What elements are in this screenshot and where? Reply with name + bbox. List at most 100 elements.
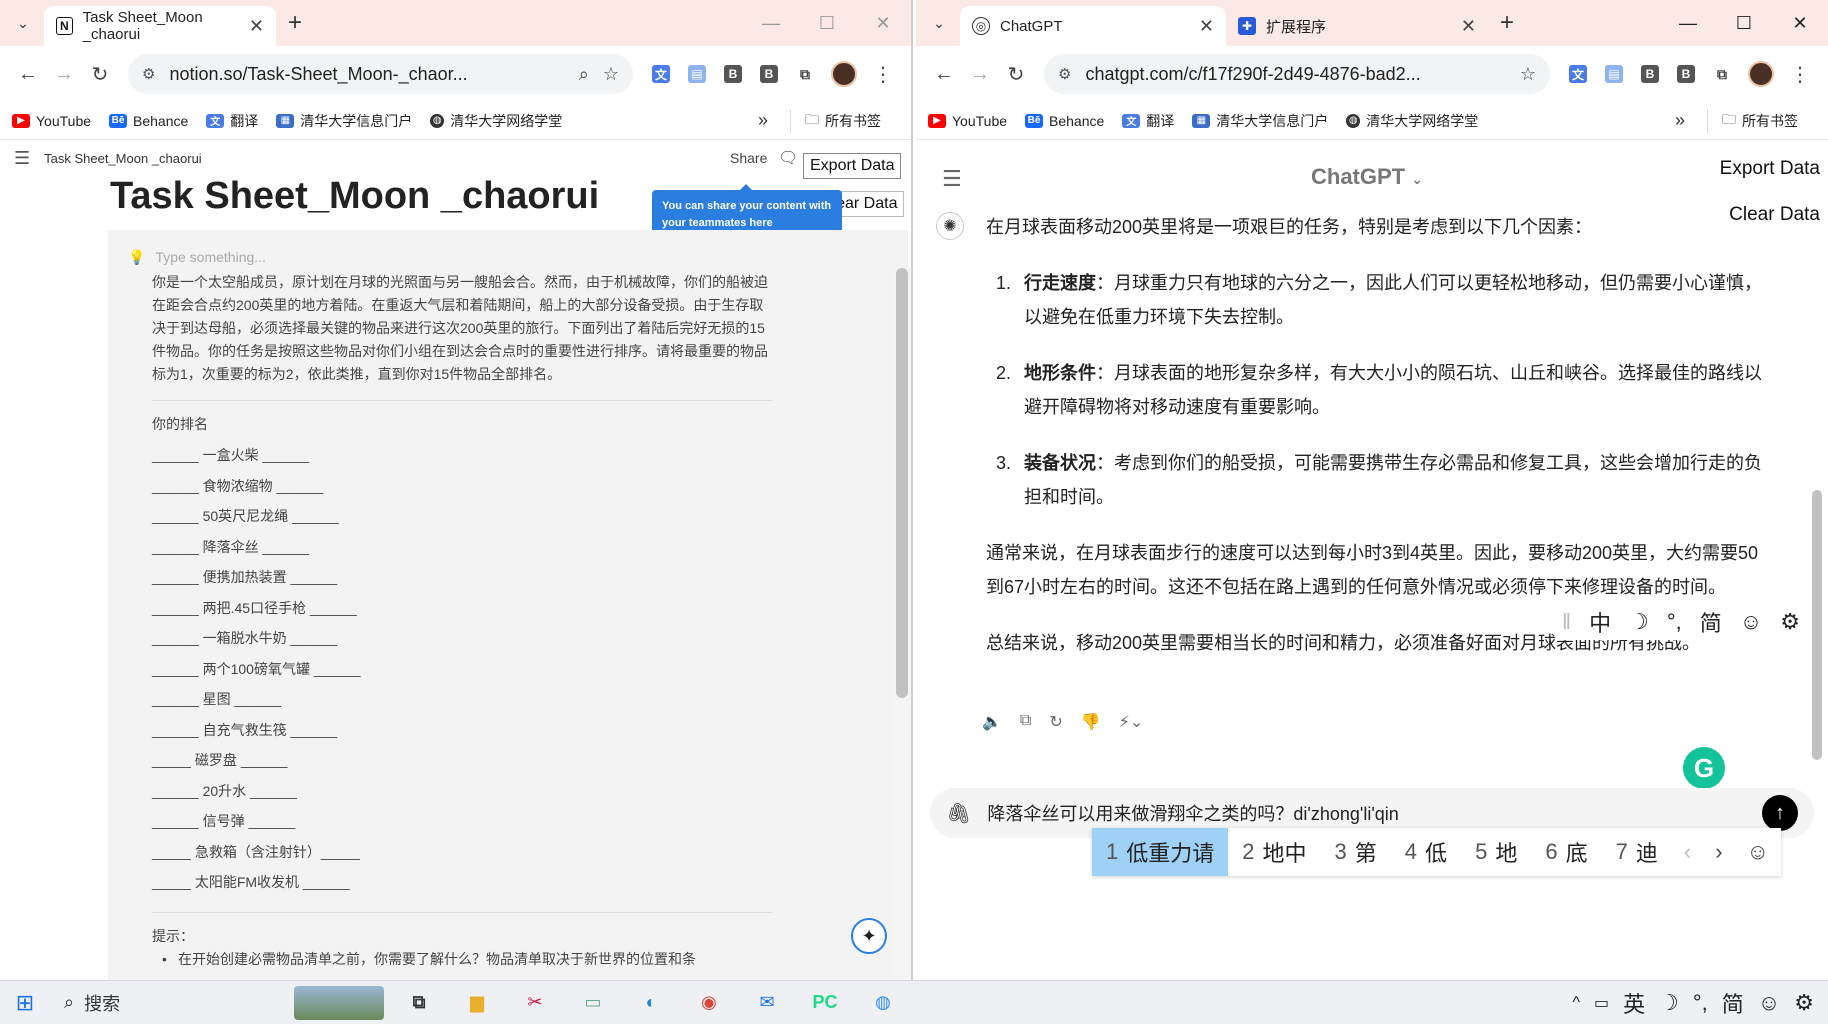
close-tab-icon[interactable]: ✕	[249, 16, 264, 37]
site-info-icon[interactable]: ⚙	[1058, 65, 1071, 83]
windows-start-icon[interactable]: ⊞	[0, 990, 50, 1016]
zoom-icon[interactable]: ◍	[854, 983, 912, 1023]
sidebar-toggle-icon[interactable]: ☰	[14, 148, 30, 169]
ime-candidate[interactable]: 4低	[1391, 828, 1461, 876]
tab-chatgpt[interactable]: ◎ ChatGPT ✕	[960, 6, 1226, 46]
chat-scrollbar[interactable]	[1810, 310, 1824, 780]
search-highlight-image[interactable]	[294, 985, 384, 1020]
b2-ext-icon[interactable]: B	[751, 56, 787, 92]
scrollbar-thumb[interactable]	[896, 268, 908, 698]
ime-candidate[interactable]: 3第	[1321, 828, 1391, 876]
bookmark-star-icon[interactable]: ☆	[1520, 64, 1536, 85]
bookmarks-overflow-icon[interactable]: »	[1675, 110, 1685, 131]
placeholder-row[interactable]: 💡 Type something...	[128, 246, 772, 269]
forward-icon[interactable]: →	[46, 56, 82, 92]
ime-simplified[interactable]: 简	[1700, 606, 1722, 638]
extensions-puzzle-icon[interactable]: ⧉	[787, 56, 823, 92]
ime-settings-icon[interactable]: ⚙	[1780, 609, 1800, 635]
new-tab-icon[interactable]: +	[1500, 8, 1514, 38]
b2-ext-icon[interactable]: B	[1668, 56, 1704, 92]
tab-search-icon[interactable]: ⌄	[924, 8, 954, 38]
ime-punct-icon[interactable]: °,	[1667, 609, 1682, 635]
reload-icon[interactable]: ↻	[82, 56, 118, 92]
tray-emoji-icon[interactable]: ☺	[1758, 990, 1780, 1016]
ime-candidate[interactable]: 1 低重力请	[1092, 828, 1229, 876]
ime-emoji-icon[interactable]: ☺	[1735, 839, 1781, 865]
b-ext-icon[interactable]: B	[1632, 56, 1668, 92]
ime-emoji-icon[interactable]: ☺	[1740, 609, 1762, 635]
translate-ext-icon[interactable]: 文	[1560, 56, 1596, 92]
composer-input[interactable]: 降落伞丝可以用来做滑翔伞之类的吗？di'zhong'li'qin	[987, 800, 1398, 826]
page-scrollbar[interactable]	[893, 268, 911, 980]
back-icon[interactable]: ←	[10, 56, 46, 92]
task-view-icon[interactable]: ⧉	[390, 983, 448, 1023]
profile-avatar[interactable]	[831, 61, 857, 87]
sidebar-menu-icon[interactable]: ☰	[942, 166, 962, 192]
translate-ext-icon[interactable]: 文	[643, 56, 679, 92]
bookmark-tsinghua-portal[interactable]: ▦ 清华大学信息门户	[276, 111, 412, 131]
tray-moon-icon[interactable]: ☽	[1659, 990, 1679, 1016]
b-ext-icon[interactable]: B	[715, 56, 751, 92]
attach-icon[interactable]: 🖇	[946, 801, 971, 826]
copy-icon[interactable]: ⧉	[1020, 712, 1031, 732]
photos-icon[interactable]: ▭	[564, 983, 622, 1023]
maximize-icon[interactable]: ☐	[799, 13, 855, 34]
bookmark-behance[interactable]: Bē Behance	[1025, 113, 1104, 129]
close-tab-icon[interactable]: ✕	[1461, 16, 1476, 37]
share-button[interactable]: Share	[730, 150, 767, 166]
snipping-tool-icon[interactable]: ✂	[506, 983, 564, 1023]
profile-avatar[interactable]	[1748, 61, 1774, 87]
read-aloud-icon[interactable]: 🔈	[982, 712, 1002, 732]
tray-settings-icon[interactable]: ⚙	[1794, 990, 1814, 1016]
export-data-button[interactable]: Export Data	[1720, 158, 1820, 180]
bookmark-behance[interactable]: Bē Behance	[109, 113, 188, 129]
taskbar-search[interactable]: ⌕ 搜索	[64, 990, 294, 1016]
edge-icon[interactable]: ◐	[622, 983, 680, 1023]
mail-icon[interactable]: ✉	[738, 983, 796, 1023]
all-bookmarks-folder[interactable]: 🗀 所有书签	[1707, 108, 1798, 133]
menu-kebab-icon[interactable]: ⋮	[865, 56, 901, 92]
all-bookmarks-folder[interactable]: 🗀 所有书签	[790, 108, 881, 133]
tray-simplified[interactable]: 简	[1722, 987, 1744, 1019]
breadcrumb[interactable]: Task Sheet_Moon _chaorui	[44, 151, 202, 166]
extensions-puzzle-icon[interactable]: ⧉	[1704, 56, 1740, 92]
maximize-icon[interactable]: ☐	[1716, 13, 1772, 34]
bookmark-translate[interactable]: 文翻译	[206, 111, 258, 131]
battery-icon[interactable]: ▭	[1594, 993, 1609, 1013]
doc-ext-icon[interactable]: ▤	[1596, 56, 1632, 92]
zoom-icon[interactable]: ⌕	[579, 64, 589, 85]
ime-candidate[interactable]: 7迪	[1602, 828, 1672, 876]
ime-next-icon[interactable]: ›	[1703, 839, 1734, 865]
ime-candidate[interactable]: 2 地中	[1228, 828, 1320, 876]
back-icon[interactable]: ←	[926, 56, 962, 92]
site-info-icon[interactable]: ⚙	[142, 65, 155, 83]
comment-icon[interactable]: 🗨	[778, 148, 798, 168]
ime-candidate[interactable]: 6底	[1531, 828, 1601, 876]
new-tab-icon[interactable]: +	[288, 8, 302, 38]
close-window-icon[interactable]: ✕	[855, 13, 911, 34]
minimize-icon[interactable]: —	[743, 13, 799, 34]
regenerate-icon[interactable]: ↻	[1049, 712, 1062, 732]
tab-extensions[interactable]: ✚ 扩展程序 ✕	[1226, 6, 1488, 46]
pycharm-icon[interactable]: PC	[796, 983, 854, 1023]
tab-notion[interactable]: N Task Sheet_Moon _chaorui ✕	[44, 6, 276, 46]
bookmark-star-icon[interactable]: ☆	[603, 64, 619, 85]
bookmark-tsinghua-portal[interactable]: ▦ 清华大学信息门户	[1192, 111, 1328, 131]
ime-chinese-mode[interactable]: 中	[1589, 606, 1611, 638]
tray-ime-mode[interactable]: 英	[1623, 987, 1645, 1019]
bookmarks-overflow-icon[interactable]: »	[758, 110, 768, 131]
menu-kebab-icon[interactable]: ⋮	[1782, 56, 1818, 92]
bookmark-youtube[interactable]: ▶ YouTube	[12, 113, 91, 129]
model-selector[interactable]: ChatGPT ⌄	[1311, 164, 1423, 190]
forward-icon[interactable]: →	[962, 56, 998, 92]
tray-punct-icon[interactable]: °,	[1693, 990, 1708, 1016]
file-explorer-icon[interactable]: ▆	[448, 983, 506, 1023]
reload-icon[interactable]: ↻	[998, 56, 1034, 92]
thumbs-down-icon[interactable]: 👎	[1081, 712, 1101, 732]
bookmark-youtube[interactable]: ▶ YouTube	[928, 113, 1007, 129]
send-button[interactable]: ↑	[1762, 795, 1798, 831]
minimize-icon[interactable]: —	[1660, 13, 1716, 34]
ime-candidate[interactable]: 5地	[1461, 828, 1531, 876]
bookmark-translate[interactable]: 文翻译	[1122, 111, 1174, 131]
doc-ext-icon[interactable]: ▤	[679, 56, 715, 92]
